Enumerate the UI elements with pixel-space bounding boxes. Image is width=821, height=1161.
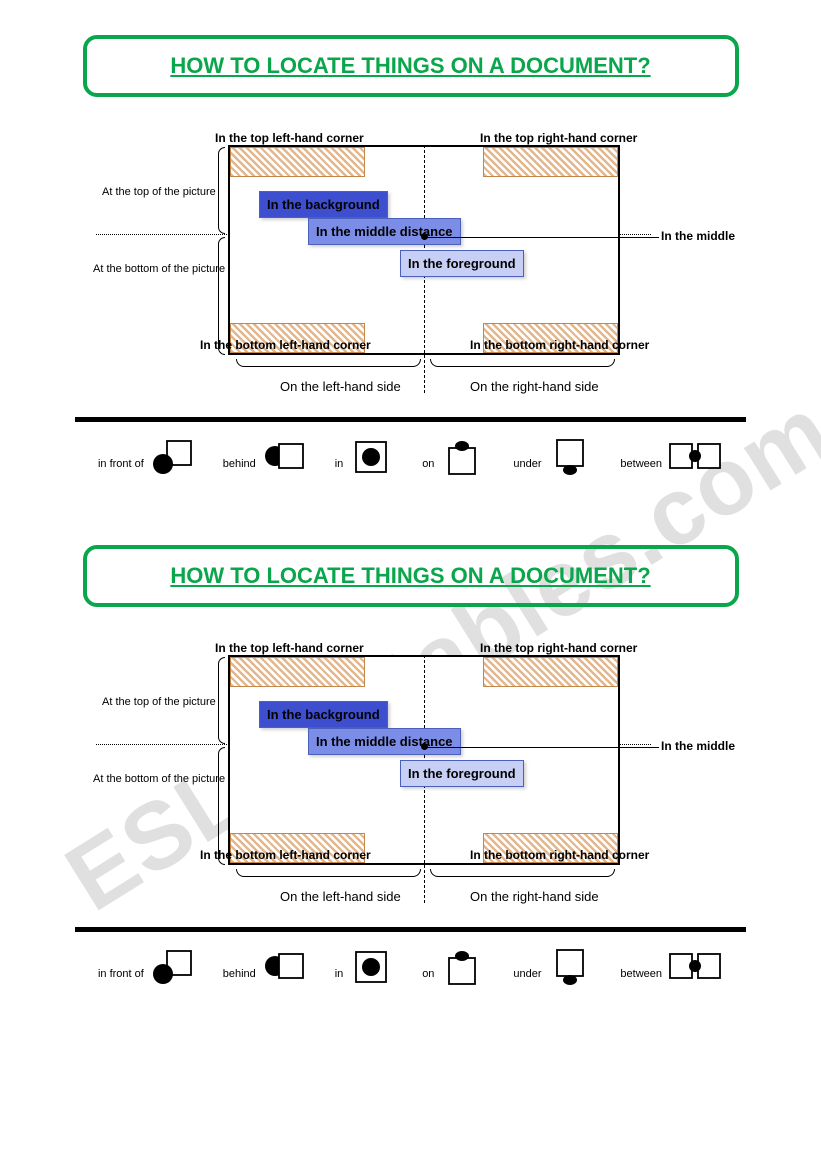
behind-icon (261, 438, 309, 476)
label-top-right: In the top right-hand corner (480, 641, 637, 655)
top-right-region (483, 147, 618, 177)
section-1: HOW TO LOCATE THINGS ON A DOCUMENT? In t… (0, 0, 821, 510)
location-diagram: In the top left-hand corner In the top r… (0, 627, 821, 927)
prep-in-front-of: in front of (98, 438, 197, 476)
prep-between: between (620, 948, 723, 986)
label-middle: In the middle (661, 229, 735, 243)
prep-behind: behind (223, 948, 309, 986)
title-box: HOW TO LOCATE THINGS ON A DOCUMENT? (83, 545, 739, 607)
foreground-box: In the foreground (400, 760, 524, 787)
under-icon (547, 438, 595, 476)
separator-bar (75, 927, 746, 932)
prep-between: between (620, 438, 723, 476)
location-diagram: In the top left-hand corner In the top r… (0, 117, 821, 417)
brace-left-side (236, 359, 421, 367)
in-icon (348, 438, 396, 476)
label-right-side: On the right-hand side (470, 889, 599, 904)
background-box: In the background (259, 191, 388, 218)
brace-right-side (430, 359, 615, 367)
middle-distance-box: In the middle distance (308, 728, 461, 755)
brace-top-half (218, 657, 225, 744)
behind-icon (261, 948, 309, 986)
prep-under: under (513, 948, 594, 986)
label-bottom-left: In the bottom left-hand corner (200, 338, 371, 352)
label-right-side: On the right-hand side (470, 379, 599, 394)
prep-in: in (335, 438, 397, 476)
brace-right-side (430, 869, 615, 877)
in-front-of-icon (149, 948, 197, 986)
label-bottom-half: At the bottom of the picture (93, 263, 225, 275)
page-title: HOW TO LOCATE THINGS ON A DOCUMENT? (170, 53, 650, 78)
prep-in: in (335, 948, 397, 986)
under-icon (547, 948, 595, 986)
page-title: HOW TO LOCATE THINGS ON A DOCUMENT? (170, 563, 650, 588)
prep-on: on (422, 438, 487, 476)
label-left-side: On the left-hand side (280, 379, 401, 394)
brace-left-side (236, 869, 421, 877)
label-top-left: In the top left-hand corner (215, 131, 364, 145)
top-right-region (483, 657, 618, 687)
top-left-region (230, 147, 365, 177)
label-bottom-left: In the bottom left-hand corner (200, 848, 371, 862)
on-icon (439, 948, 487, 986)
separator-bar (75, 417, 746, 422)
label-middle: In the middle (661, 739, 735, 753)
top-left-region (230, 657, 365, 687)
background-box: In the background (259, 701, 388, 728)
label-top-half: At the top of the picture (102, 696, 216, 708)
label-bottom-right: In the bottom right-hand corner (470, 848, 649, 862)
between-icon (667, 438, 723, 476)
center-leader-line (424, 237, 659, 238)
foreground-box: In the foreground (400, 250, 524, 277)
preposition-row: in front of behind in on (0, 432, 821, 510)
between-icon (667, 948, 723, 986)
prep-under: under (513, 438, 594, 476)
label-bottom-right: In the bottom right-hand corner (470, 338, 649, 352)
label-bottom-half: At the bottom of the picture (93, 773, 225, 785)
middle-distance-box: In the middle distance (308, 218, 461, 245)
prep-behind: behind (223, 438, 309, 476)
label-top-right: In the top right-hand corner (480, 131, 637, 145)
prep-on: on (422, 948, 487, 986)
in-front-of-icon (149, 438, 197, 476)
title-box: HOW TO LOCATE THINGS ON A DOCUMENT? (83, 35, 739, 97)
label-top-left: In the top left-hand corner (215, 641, 364, 655)
preposition-row: in front of behind in on (0, 942, 821, 1020)
in-icon (348, 948, 396, 986)
label-top-half: At the top of the picture (102, 186, 216, 198)
prep-in-front-of: in front of (98, 948, 197, 986)
center-leader-line (424, 747, 659, 748)
on-icon (439, 438, 487, 476)
label-left-side: On the left-hand side (280, 889, 401, 904)
section-2: HOW TO LOCATE THINGS ON A DOCUMENT? In t… (0, 510, 821, 1020)
brace-top-half (218, 147, 225, 234)
